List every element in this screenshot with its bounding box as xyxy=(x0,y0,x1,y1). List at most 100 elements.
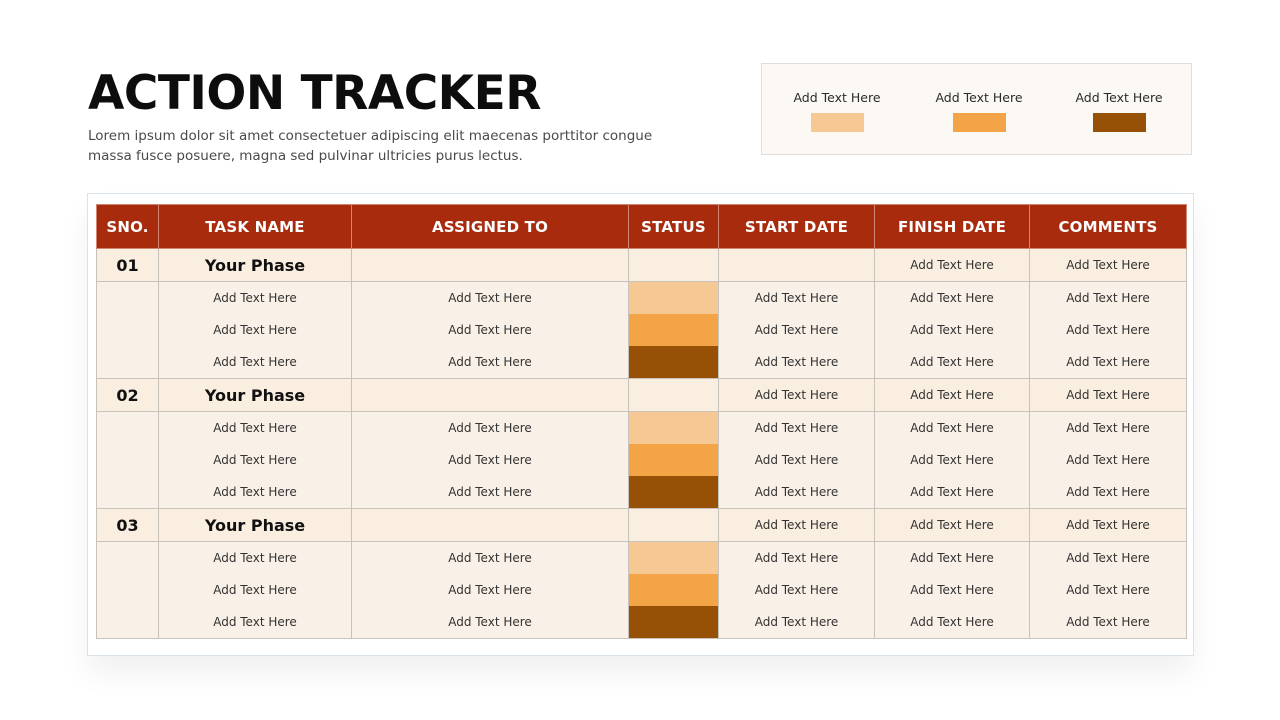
phase-comments: Add Text Here xyxy=(1029,378,1187,412)
task-status-swatch xyxy=(628,606,719,639)
phase-assigned-cell xyxy=(351,508,629,542)
task-finish-date: Add Text Here xyxy=(874,444,1030,476)
task-finish-date: Add Text Here xyxy=(874,606,1030,639)
task-assigned-to: Add Text Here xyxy=(351,314,629,346)
task-assigned-to: Add Text Here xyxy=(351,574,629,606)
task-start-date: Add Text Here xyxy=(718,411,875,444)
legend-item: Add Text Here xyxy=(767,64,907,132)
task-sno-blank xyxy=(96,281,159,379)
phase-sno: 02 xyxy=(96,378,159,412)
task-start-date: Add Text Here xyxy=(718,281,875,314)
task-start-date: Add Text Here xyxy=(718,476,875,509)
task-status-swatch xyxy=(628,476,719,509)
task-assigned-to: Add Text Here xyxy=(351,411,629,444)
legend-label: Add Text Here xyxy=(793,90,881,105)
phase-assigned-cell xyxy=(351,248,629,282)
status-legend: Add Text Here Add Text Here Add Text Her… xyxy=(761,63,1192,155)
col-header-finish-date: FINISH DATE xyxy=(874,204,1030,249)
action-tracker-table: SNO. TASK NAME ASSIGNED TO STATUS START … xyxy=(96,204,1187,639)
task-finish-date: Add Text Here xyxy=(874,281,1030,314)
task-name: Add Text Here xyxy=(158,444,352,476)
task-assigned-to: Add Text Here xyxy=(351,476,629,509)
phase-comments: Add Text Here xyxy=(1029,508,1187,542)
phase-sno: 03 xyxy=(96,508,159,542)
task-name: Add Text Here xyxy=(158,606,352,639)
task-name: Add Text Here xyxy=(158,281,352,314)
col-header-comments: COMMENTS xyxy=(1029,204,1187,249)
task-row: Add Text Here Add Text Here Add Text Here A… xyxy=(97,574,1187,606)
task-status-swatch xyxy=(628,574,719,606)
task-assigned-to: Add Text Here xyxy=(351,541,629,574)
task-comments: Add Text Here xyxy=(1029,541,1187,574)
legend-swatch xyxy=(952,113,1006,132)
task-name: Add Text Here xyxy=(158,574,352,606)
phase-finish-date: Add Text Here xyxy=(874,248,1030,282)
task-start-date: Add Text Here xyxy=(718,606,875,639)
task-row: Add Text Here Add Text Here Add Text Here A… xyxy=(96,411,1187,509)
task-comments: Add Text Here xyxy=(1029,476,1187,509)
col-header-start-date: START DATE xyxy=(718,204,875,249)
phase-start-date: Add Text Here xyxy=(718,378,875,412)
task-row: Add Text Here Add Text Here Add Text Here A… xyxy=(97,476,1187,509)
col-header-status: STATUS xyxy=(628,204,719,249)
task-comments: Add Text Here xyxy=(1029,281,1187,314)
col-header-assigned-to: ASSIGNED TO xyxy=(351,204,629,249)
task-assigned-to: Add Text Here xyxy=(351,281,629,314)
task-comments: Add Text Here xyxy=(1029,574,1187,606)
phase-sno: 01 xyxy=(96,248,159,282)
task-comments: Add Text Here xyxy=(1029,314,1187,346)
task-start-date: Add Text Here xyxy=(718,444,875,476)
task-start-date: Add Text Here xyxy=(718,314,875,346)
phase-row: 01 Your Phase Add Text Here Add Text Here xyxy=(96,248,1187,282)
table-body: 01 Your Phase Add Text Here Add Text Here Ad… xyxy=(96,248,1187,639)
col-header-task-name: TASK NAME xyxy=(158,204,352,249)
phase-row: 02 Your Phase Add Text Here Add Text Here Ad… xyxy=(96,378,1187,412)
legend-label: Add Text Here xyxy=(1075,90,1163,105)
phase-name: Your Phase xyxy=(158,248,352,282)
phase-comments: Add Text Here xyxy=(1029,248,1187,282)
task-status-swatch xyxy=(628,541,719,574)
legend-item: Add Text Here xyxy=(909,64,1049,132)
legend-label: Add Text Here xyxy=(935,90,1023,105)
task-comments: Add Text Here xyxy=(1029,411,1187,444)
task-row: Add Text Here Add Text Here Add Text Here A… xyxy=(97,444,1187,476)
task-status-swatch xyxy=(628,281,719,314)
table-header-row: SNO. TASK NAME ASSIGNED TO STATUS START … xyxy=(96,204,1187,249)
phase-status-cell xyxy=(628,248,719,282)
phase-status-cell xyxy=(628,378,719,412)
task-comments: Add Text Here xyxy=(1029,444,1187,476)
task-row: Add Text Here Add Text Here Add Text Here A… xyxy=(97,606,1187,639)
task-name: Add Text Here xyxy=(158,346,352,379)
phase-row: 03 Your Phase Add Text Here Add Text Here Ad… xyxy=(96,508,1187,542)
phase-assigned-cell xyxy=(351,378,629,412)
phase-name: Your Phase xyxy=(158,378,352,412)
phase-status-cell xyxy=(628,508,719,542)
task-status-swatch xyxy=(628,444,719,476)
col-header-sno: SNO. xyxy=(96,204,159,249)
task-status-swatch xyxy=(628,314,719,346)
task-finish-date: Add Text Here xyxy=(874,411,1030,444)
task-start-date: Add Text Here xyxy=(718,541,875,574)
task-assigned-to: Add Text Here xyxy=(351,346,629,379)
task-name: Add Text Here xyxy=(158,411,352,444)
legend-item: Add Text Here xyxy=(1049,64,1189,132)
task-name: Add Text Here xyxy=(158,314,352,346)
phase-name: Your Phase xyxy=(158,508,352,542)
task-assigned-to: Add Text Here xyxy=(351,444,629,476)
task-name: Add Text Here xyxy=(158,541,352,574)
task-assigned-to: Add Text Here xyxy=(351,606,629,639)
legend-swatch xyxy=(1092,113,1146,132)
phase-start-date: Add Text Here xyxy=(718,508,875,542)
task-comments: Add Text Here xyxy=(1029,606,1187,639)
task-status-swatch xyxy=(628,346,719,379)
task-status-swatch xyxy=(628,411,719,444)
task-sno-blank xyxy=(96,411,159,509)
task-comments: Add Text Here xyxy=(1029,346,1187,379)
phase-start-date xyxy=(718,248,875,282)
legend-swatch xyxy=(810,113,864,132)
task-finish-date: Add Text Here xyxy=(874,314,1030,346)
task-row: Add Text Here Add Text Here Add Text Here A… xyxy=(97,346,1187,379)
task-finish-date: Add Text Here xyxy=(874,574,1030,606)
task-finish-date: Add Text Here xyxy=(874,541,1030,574)
phase-finish-date: Add Text Here xyxy=(874,378,1030,412)
